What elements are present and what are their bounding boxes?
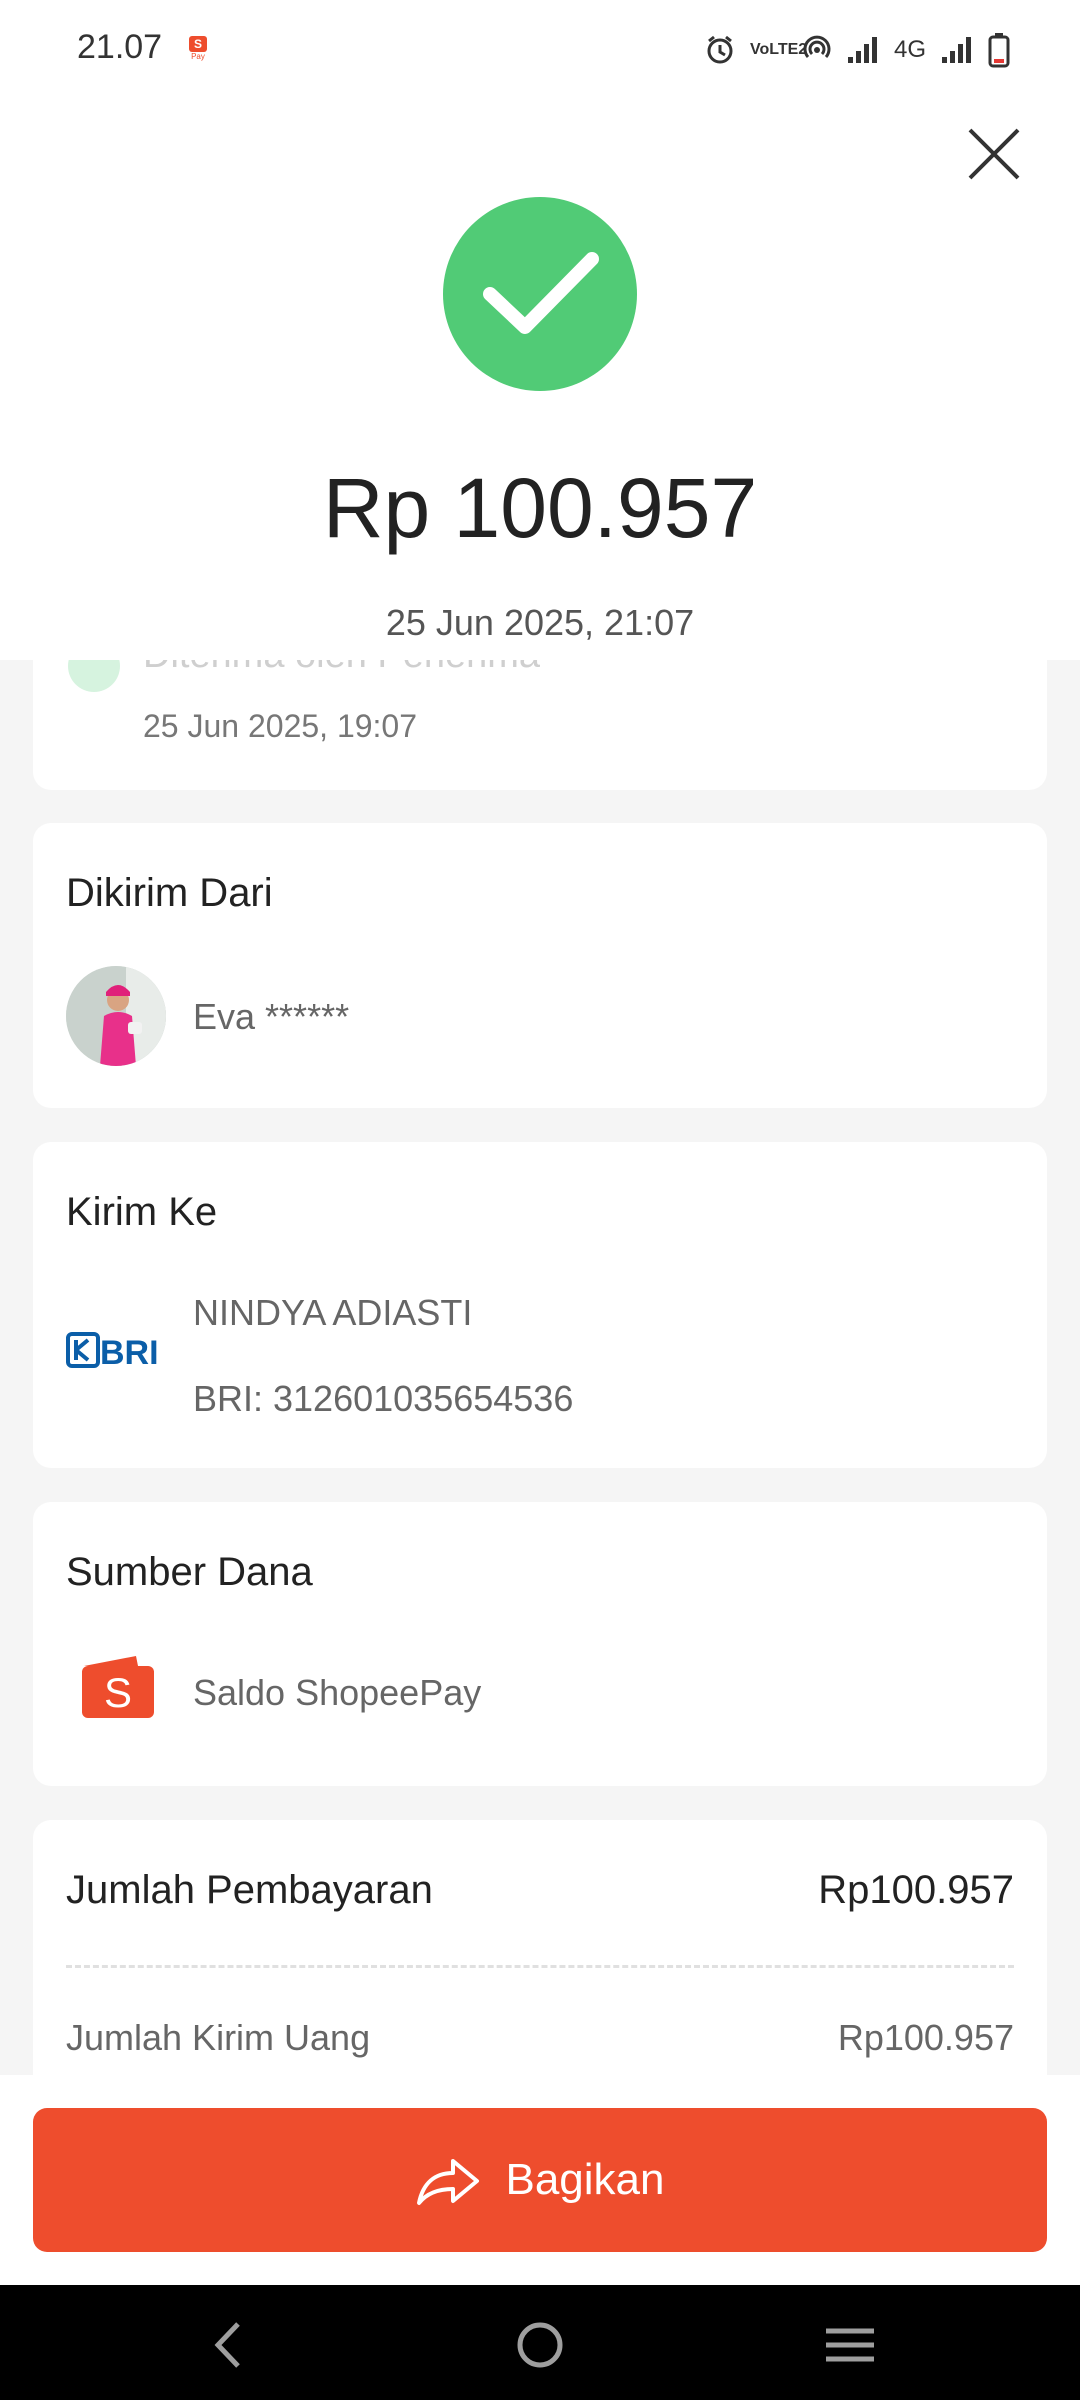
total-payment-row: Jumlah Pembayaran Rp100.957 — [66, 1868, 1014, 1913]
send-amount-row: Jumlah Kirim Uang Rp100.957 — [66, 2017, 1014, 2059]
recipient-name: NINDYA ADIASTI — [193, 1292, 473, 1333]
system-navigation-bar — [0, 2285, 1080, 2400]
back-button[interactable] — [198, 2315, 258, 2375]
svg-text:BRI: BRI — [100, 1334, 159, 1370]
home-button[interactable] — [510, 2315, 570, 2375]
recipient-account: BRI: 312601035654536 — [193, 1378, 574, 1419]
bri-bank-logo: BRI — [66, 1330, 166, 1372]
notification-app-logo: S — [189, 36, 207, 52]
hotspot-icon — [802, 35, 832, 65]
payment-summary-card: Jumlah Pembayaran Rp100.957 Jumlah Kirim… — [33, 1820, 1047, 2080]
status-icons: VoLTE2 4G — [704, 30, 1010, 70]
close-button[interactable] — [966, 126, 1022, 182]
sender-name: Eva ****** — [193, 996, 350, 1037]
share-button[interactable]: Bagikan — [33, 2108, 1047, 2252]
transaction-header: Rp 100.957 25 Jun 2025, 21:07 — [0, 100, 1080, 660]
signal-icon — [846, 35, 880, 65]
shopeepay-notification-icon: S Pay — [188, 36, 208, 62]
network-4g-icon: 4G — [893, 36, 926, 63]
recipient-card: Kirim Ke BRI NINDYA ADIASTI BRI: 3126010… — [33, 1142, 1047, 1468]
sender-card: Dikirim Dari Eva ****** — [33, 823, 1047, 1108]
source-label: Saldo ShopeePay — [193, 1672, 482, 1713]
recipient-title: Kirim Ke — [66, 1190, 218, 1234]
sender-title: Dikirim Dari — [66, 871, 273, 915]
close-icon — [968, 128, 1020, 180]
status-bar: 21.07 S Pay VoLTE2 4G — [0, 0, 1080, 100]
alarm-icon — [704, 34, 736, 66]
home-icon — [517, 2322, 563, 2368]
back-icon — [214, 2322, 240, 2368]
volte-icon: VoLTE2 — [749, 41, 808, 58]
signal-icon — [940, 35, 974, 65]
notification-app-label: Pay — [191, 52, 205, 61]
shopeepay-wallet-icon: S — [78, 1654, 158, 1720]
send-amount-value: Rp100.957 — [837, 2017, 1014, 2058]
source-title: Sumber Dana — [66, 1550, 313, 1594]
total-payment-label: Jumlah Pembayaran — [66, 1868, 433, 1912]
share-label: Bagikan — [505, 2155, 665, 2204]
avatar — [66, 966, 166, 1066]
total-payment-value: Rp100.957 — [818, 1868, 1014, 1912]
status-time: 21.07 — [77, 28, 163, 66]
send-amount-label: Jumlah Kirim Uang — [66, 2017, 371, 2058]
battery-icon — [988, 32, 1010, 68]
shopeepay-logo-letter: S — [104, 1669, 132, 1716]
transaction-amount: Rp 100.957 — [322, 461, 758, 555]
bottom-action-bar: Bagikan — [0, 2075, 1080, 2285]
menu-icon — [826, 2328, 874, 2362]
share-arrow-icon — [417, 2159, 480, 2205]
source-of-funds-card: Sumber Dana S Saldo ShopeePay — [33, 1502, 1047, 1786]
timeline-date: 25 Jun 2025, 19:07 — [143, 708, 418, 744]
divider — [66, 1965, 1014, 1968]
transaction-date: 25 Jun 2025, 21:07 — [385, 602, 695, 643]
check-icon — [483, 252, 599, 334]
success-indicator — [443, 197, 637, 391]
menu-button[interactable] — [820, 2315, 880, 2375]
